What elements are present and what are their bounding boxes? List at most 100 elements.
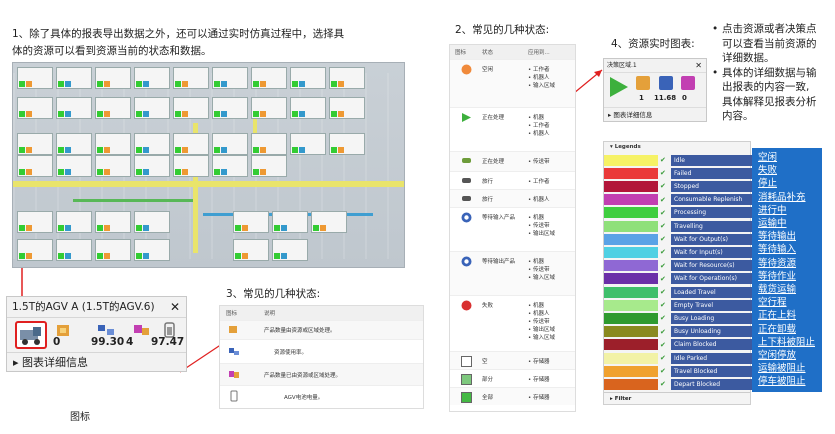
note-line: 出报表的内容一致, — [722, 81, 810, 93]
legend-item[interactable]: ✔ Failed — [604, 167, 752, 179]
table-header: 图标 说明 — [220, 306, 423, 320]
applies-item: 传送带 — [528, 265, 575, 273]
legend-translation: 正在卸载 — [758, 323, 797, 335]
legend-item[interactable]: ✔ Travel Blocked — [604, 365, 752, 377]
header-icon: 图标 — [455, 50, 467, 56]
agv-value-2: 4 — [126, 336, 134, 348]
checkbox[interactable]: ✔ — [660, 235, 668, 243]
status-state: 旅行 — [482, 197, 494, 203]
table-row: 产品数量由资源或区域处理。 — [220, 320, 423, 339]
applies-list: 传送带 — [528, 157, 575, 165]
note-line: 详细数据。 — [722, 52, 775, 64]
checkbox[interactable]: ✔ — [660, 262, 668, 270]
legend-item[interactable]: ✔ Wait for Resource(s) — [604, 260, 752, 272]
applies-list: 存储器 — [528, 357, 575, 365]
legend-item[interactable]: ✔ Stopped — [604, 180, 752, 192]
legend-item[interactable]: ✔ Travelling — [604, 220, 752, 232]
legend-translation: 进行中 — [758, 204, 787, 216]
legend-label: Stopped — [671, 180, 752, 192]
legend-label: Consumable Replenish — [671, 194, 752, 206]
checkbox[interactable]: ✔ — [660, 301, 668, 309]
status-applies-to: 机器机器人传送带输出区域输入区域 — [528, 296, 575, 351]
legend-item[interactable]: ✔ Idle Parked — [604, 352, 752, 364]
checkbox[interactable]: ✔ — [660, 196, 668, 204]
legend-translation: 空闲停放 — [758, 350, 797, 361]
empty-box-icon — [450, 352, 482, 369]
legend-translation: 空行程 — [758, 297, 787, 309]
status-state: 全部 — [482, 395, 494, 401]
table-row: 正在处理 传送带 — [450, 151, 575, 171]
utilization-icon — [659, 76, 673, 90]
checkbox[interactable]: ✔ — [660, 182, 668, 190]
legend-item[interactable]: ✔ Busy Unloading — [604, 326, 752, 338]
checkbox[interactable]: ✔ — [660, 275, 668, 283]
legend-label: Wait for Input(s) — [671, 246, 752, 258]
applies-item: 机器人 — [528, 129, 575, 137]
chart-details-toggle[interactable]: ▸ 图表详细信息 — [7, 352, 186, 372]
close-button[interactable]: ✕ — [170, 297, 180, 318]
checkbox[interactable]: ✔ — [660, 288, 668, 296]
checkbox[interactable]: ✔ — [660, 209, 668, 217]
product-count-icon — [131, 321, 153, 339]
applies-list: 存储器 — [528, 375, 575, 383]
checkbox[interactable]: ✔ — [660, 367, 668, 375]
legend-label: Wait for Operation(s) — [671, 273, 752, 285]
legend-item[interactable]: ✔ Empty Travel — [604, 299, 752, 311]
legend-translation-list: 空闲 失败 停止 消耗品补充 进行中 运输中 等待输出 等待输入 等待资源 等待作业 载货运输 空行程… — [752, 148, 822, 392]
legend-item[interactable]: ✔ Wait for Operation(s) — [604, 273, 752, 285]
legend-translation: 停止 — [758, 178, 778, 190]
legend-item[interactable]: ✔ Idle — [604, 154, 752, 166]
walker-icon — [450, 172, 482, 189]
legend-translation: 等待作业 — [758, 270, 797, 282]
checkbox[interactable]: ✔ — [660, 354, 668, 362]
legend-item[interactable]: ✔ Claim Blocked — [604, 339, 752, 351]
legend-translation: 空闲 — [758, 152, 778, 163]
checkbox[interactable]: ✔ — [660, 222, 668, 230]
checkbox[interactable]: ✔ — [660, 314, 668, 322]
legend-item[interactable]: ✔ Depart Blocked — [604, 378, 752, 390]
filter-toggle[interactable]: ▸ Filter — [604, 392, 750, 404]
header-desc: 说明 — [264, 311, 276, 317]
legend-item[interactable]: ✔ Wait for Input(s) — [604, 246, 752, 258]
legend-label: Loaded Travel — [671, 286, 752, 298]
checkbox[interactable]: ✔ — [660, 380, 668, 388]
checkbox[interactable]: ✔ — [660, 248, 668, 256]
legend-item[interactable]: ✔ Processing — [604, 207, 752, 219]
full-box-icon — [450, 388, 482, 405]
bullet-dot: • — [712, 23, 719, 35]
close-button[interactable]: ✕ — [695, 59, 702, 73]
legend-label: Travelling — [671, 220, 752, 232]
decision-area-panel[interactable]: 决策区域.1 ✕ 1 11.68 0 ▸ 图表详细信息 — [603, 58, 707, 122]
chart-details-toggle[interactable]: ▸ 图表详细信息 — [604, 107, 706, 121]
panel-value-1: 11.68 — [654, 94, 677, 102]
checkbox[interactable]: ✔ — [660, 328, 668, 336]
legend-label: Busy Unloading — [671, 326, 752, 338]
applies-item: 输入区域 — [528, 81, 575, 89]
table-header: 图标 状态 应用到... — [450, 45, 575, 59]
agv-vehicle-icon[interactable] — [15, 321, 47, 349]
legend-label: Busy Loading — [671, 312, 752, 324]
legend-item[interactable]: ✔ Busy Loading — [604, 312, 752, 324]
applies-item: 传送带 — [528, 157, 575, 165]
table-row: 部分 存储器 — [450, 369, 575, 387]
legend-swatch — [604, 326, 658, 338]
checkbox[interactable]: ✔ — [660, 156, 668, 164]
legend-label: Idle Parked — [671, 352, 752, 364]
panel-title: 决策区域.1 — [607, 62, 637, 69]
legend-label: Empty Travel — [671, 299, 752, 311]
legend-header[interactable]: ▾ Legends — [604, 142, 750, 152]
legend-item[interactable]: ✔ Wait for Output(s) — [604, 233, 752, 245]
legend-label: Travel Blocked — [671, 365, 752, 377]
status-state: 正在处理 — [482, 115, 505, 121]
chart-details-label: 图表详细信息 — [22, 356, 89, 369]
play-icon — [610, 77, 628, 97]
checkbox[interactable]: ✔ — [660, 169, 668, 177]
legend-translation: 等待资源 — [758, 257, 797, 269]
agv-resource-panel[interactable]: 1.5T的AGV A (1.5T的AGV.6) ✕ 0 99.30 4 97.4… — [6, 296, 187, 372]
row-text: 资源使用率。 — [274, 349, 308, 356]
legend-swatch — [604, 339, 658, 351]
legend-item[interactable]: ✔ Loaded Travel — [604, 286, 752, 298]
checkbox[interactable]: ✔ — [660, 341, 668, 349]
applies-item: 传送带 — [528, 221, 575, 229]
legend-item[interactable]: ✔ Consumable Replenish — [604, 194, 752, 206]
